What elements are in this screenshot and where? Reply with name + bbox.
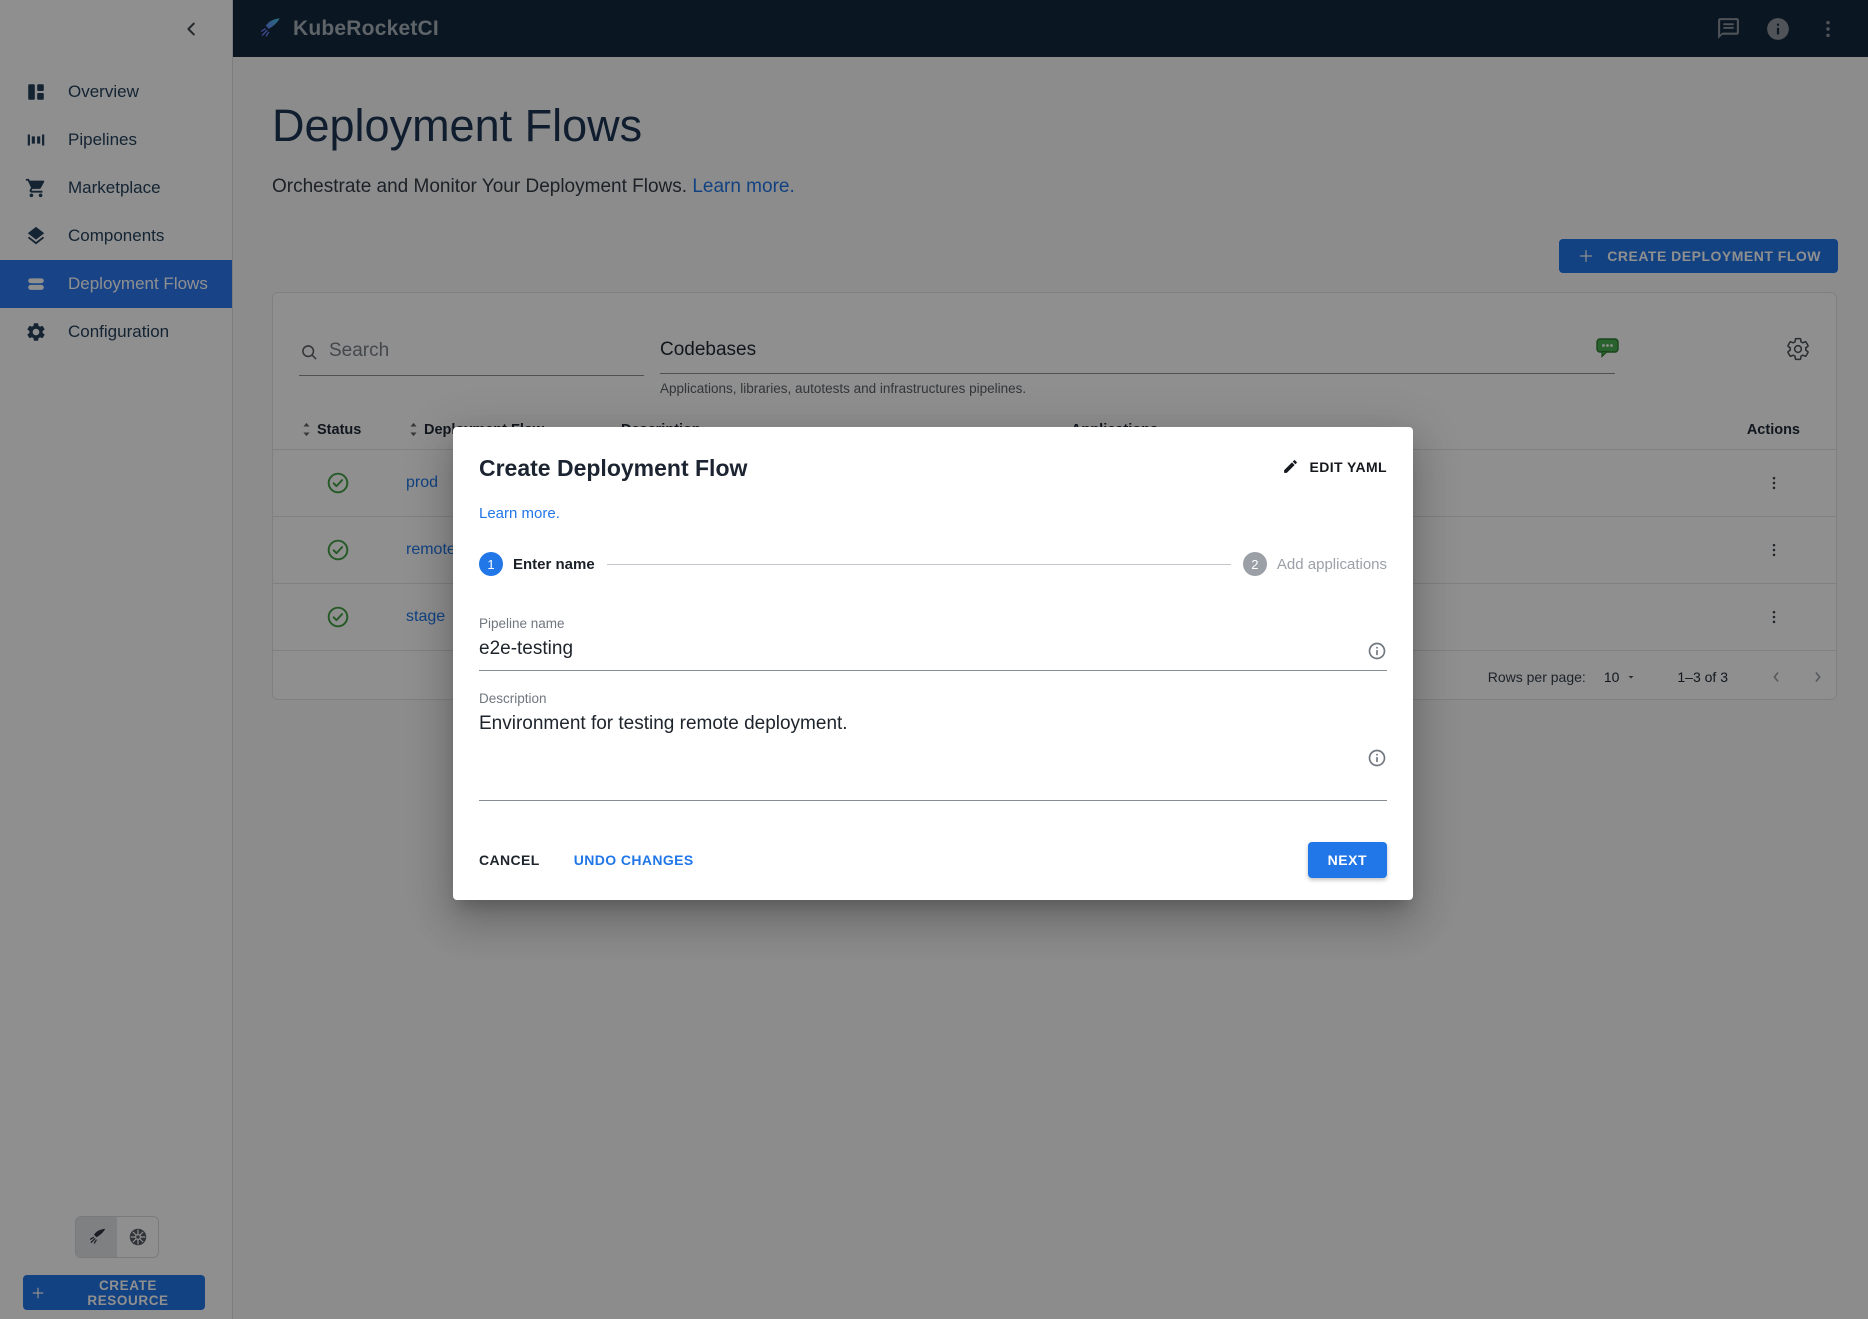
pencil-icon — [1282, 458, 1299, 475]
create-deployment-flow-dialog: Create Deployment Flow EDIT YAML Learn m… — [453, 427, 1413, 900]
dialog-header: Create Deployment Flow EDIT YAML — [479, 453, 1387, 483]
pipeline-name-field: Pipeline name — [479, 616, 1387, 671]
undo-changes-button[interactable]: UNDO CHANGES — [564, 844, 704, 876]
description-area: Environment for testing remote deploymen… — [479, 710, 1387, 801]
stepper-connector — [607, 564, 1231, 565]
step-1-indicator: 1 — [479, 552, 503, 576]
pipeline-name-label: Pipeline name — [479, 616, 1387, 631]
description-field: Description Environment for testing remo… — [479, 691, 1387, 801]
info-outline-icon — [1367, 748, 1387, 790]
description-label: Description — [479, 691, 1387, 706]
cancel-button[interactable]: CANCEL — [469, 844, 550, 876]
dialog-title: Create Deployment Flow — [479, 453, 747, 483]
step-2-indicator: 2 — [1243, 552, 1267, 576]
edit-yaml-button[interactable]: EDIT YAML — [1282, 458, 1387, 475]
pipeline-name-input[interactable] — [479, 631, 1387, 671]
info-outline-icon — [1367, 641, 1387, 661]
description-input[interactable]: Environment for testing remote deploymen… — [479, 710, 1351, 791]
dialog-footer: CANCEL UNDO CHANGES NEXT — [479, 842, 1387, 886]
step-1-label: Enter name — [513, 556, 595, 573]
app-screen: KubeRocketCI — [0, 0, 1868, 1319]
dialog-learn-more-link[interactable]: Learn more. — [479, 505, 560, 522]
next-button[interactable]: NEXT — [1308, 842, 1387, 878]
stepper: 1 Enter name 2 Add applications — [479, 552, 1387, 576]
step-2-label: Add applications — [1277, 556, 1387, 573]
